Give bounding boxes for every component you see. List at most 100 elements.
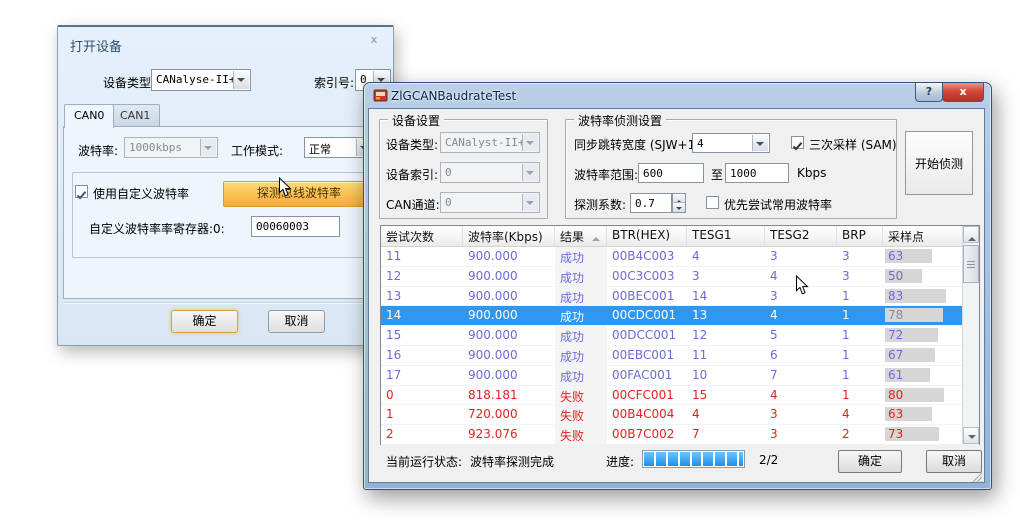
table-row[interactable]: 13900.000成功00BEC001143183 [381, 287, 979, 307]
status-label: 当前运行状态: [386, 453, 462, 470]
range-from-input[interactable]: 600 [638, 163, 704, 183]
cell-attempt: 17 [381, 366, 463, 385]
sample-point-value: 63 [888, 407, 903, 421]
tab-can1[interactable]: CAN1 [110, 104, 160, 127]
device-index-select: 0 [440, 162, 540, 183]
cancel-button[interactable]: 取消 [268, 310, 325, 333]
baudrate-select: 1000kbps [124, 137, 218, 158]
scroll-down-icon[interactable] [963, 427, 979, 444]
cell-tseg1: 15 [687, 386, 765, 405]
cell-sample-point: 78 [883, 306, 963, 325]
cell-baud: 900.000 [463, 346, 555, 365]
cell-result: 失败 [555, 386, 607, 405]
device-type-label: 设备类型: [103, 74, 155, 91]
table-row[interactable]: 17900.000成功00FAC001107161 [381, 366, 979, 386]
cancel-button[interactable]: 取消 [926, 450, 982, 473]
custom-baud-register-input[interactable]: 00060003 [251, 216, 340, 237]
checkmark-icon [76, 190, 87, 201]
cell-btr: 00CFC001 [607, 386, 687, 405]
cell-tseg1: 4 [687, 405, 765, 424]
progress-segment [739, 452, 743, 466]
cell-brp: 1 [837, 366, 883, 385]
coef-input[interactable]: 0.7 [630, 193, 672, 213]
chevron-down-icon[interactable] [233, 71, 249, 89]
sample-point-value: 67 [888, 348, 903, 362]
column-header-tseg2[interactable]: TESG2 [765, 226, 837, 246]
vertical-scrollbar[interactable] [962, 226, 979, 444]
sjw-select[interactable]: 4 [692, 133, 770, 153]
ok-button[interactable]: 确定 [838, 450, 902, 473]
table-row[interactable]: 2923.076失败00B7C00273273 [381, 425, 979, 445]
range-label: 波特率范围: [574, 166, 638, 183]
column-header-tseg1[interactable]: TESG1 [687, 226, 765, 246]
detect-bus-baudrate-button[interactable]: 探测总线波特率 [223, 181, 375, 207]
device-settings-group: 设备设置 设备类型: CANalyst-II+ 设备索引: 0 CAN通道: 0 [379, 119, 548, 219]
cell-attempt: 0 [381, 386, 463, 405]
range-to-label: 至 [711, 166, 723, 183]
device-type-select: CANalyst-II+ [440, 132, 540, 153]
table-row[interactable]: 16900.000成功00EBC001116167 [381, 346, 979, 366]
cell-sample-point: 83 [883, 287, 963, 306]
progress-segment [703, 452, 713, 466]
column-header-result[interactable]: 结果 [555, 226, 607, 246]
use-custom-baud-checkbox[interactable] [75, 185, 88, 198]
help-button[interactable]: ? [915, 83, 943, 102]
cell-tseg2: 3 [765, 425, 837, 444]
progress-segment [727, 452, 737, 466]
cell-tseg1: 13 [687, 306, 765, 325]
table-row[interactable]: 1720.000失败00B4C00443463 [381, 405, 979, 425]
ok-button[interactable]: 确定 [171, 310, 238, 333]
cell-baud: 900.000 [463, 287, 555, 306]
table-row[interactable]: 11900.000成功00B4C00343363 [381, 247, 979, 267]
cell-baud: 900.000 [463, 306, 555, 325]
app-icon [373, 88, 388, 103]
column-header-btr[interactable]: BTR(HEX) [607, 226, 687, 246]
cell-brp: 4 [837, 405, 883, 424]
index-label: 索引号: [314, 74, 354, 91]
range-unit-label: Kbps [797, 166, 826, 180]
scrollbar-thumb[interactable] [963, 245, 979, 283]
column-header-sample_point[interactable]: 采样点 [883, 226, 963, 246]
range-to-input[interactable]: 1000 [725, 163, 789, 183]
column-header-attempt[interactable]: 尝试次数 [381, 226, 463, 246]
cell-tseg1: 14 [687, 287, 765, 306]
close-icon[interactable]: x [366, 32, 382, 48]
table-row[interactable]: 15900.000成功00DCC001125172 [381, 326, 979, 346]
column-header-baud[interactable]: 波特率(Kbps) [463, 226, 555, 246]
cell-result: 失败 [555, 405, 607, 424]
tab-can0[interactable]: CAN0 [64, 104, 114, 128]
cell-sample-point: 67 [883, 346, 963, 365]
close-button[interactable]: x [942, 83, 984, 102]
cell-tseg2: 3 [765, 287, 837, 306]
cell-tseg2: 4 [765, 306, 837, 325]
chevron-down-icon [522, 164, 538, 181]
cell-sample-point: 80 [883, 386, 963, 405]
cell-baud: 900.000 [463, 366, 555, 385]
device-type-select[interactable]: CANalyse-II+ [151, 69, 251, 91]
cell-btr: 00B4C004 [607, 405, 687, 424]
spinner-down-icon[interactable] [673, 202, 685, 212]
progress-label: 进度: [606, 453, 634, 470]
cell-baud: 923.076 [463, 425, 555, 444]
cell-baud: 900.000 [463, 247, 555, 266]
try-common-checkbox[interactable] [706, 196, 719, 209]
coef-spinner[interactable] [672, 193, 686, 213]
table-row[interactable]: 14900.000成功00CDC001134178 [381, 306, 979, 326]
detect-settings-group: 波特率侦测设置 同步跳转宽度 (SJW+1) : 4 三次采样 (SAM) 波特… [565, 119, 897, 219]
resize-grip[interactable] [971, 471, 983, 483]
chevron-down-icon [522, 194, 538, 211]
start-detect-button[interactable]: 开始侦测 [905, 131, 973, 195]
table-row[interactable]: 0818.181失败00CFC001154180 [381, 386, 979, 406]
dialog-client-area: 设备设置 设备类型: CANalyst-II+ 设备索引: 0 CAN通道: 0 [368, 108, 985, 483]
column-header-brp[interactable]: BRP [837, 226, 883, 246]
scroll-up-icon[interactable] [963, 226, 979, 243]
sam-checkbox[interactable] [791, 136, 804, 149]
cell-btr: 00EBC001 [607, 346, 687, 365]
progress-segment [656, 452, 666, 466]
progress-segment [680, 452, 690, 466]
cell-brp: 1 [837, 386, 883, 405]
baudrate-test-dialog: ZlGCANBaudrateTest ? x 设备设置 设备类型: CANaly… [363, 82, 992, 490]
chevron-down-icon[interactable] [752, 135, 768, 151]
cell-btr: 00B7C002 [607, 425, 687, 444]
table-row[interactable]: 12900.000成功00C3C00334350 [381, 267, 979, 287]
